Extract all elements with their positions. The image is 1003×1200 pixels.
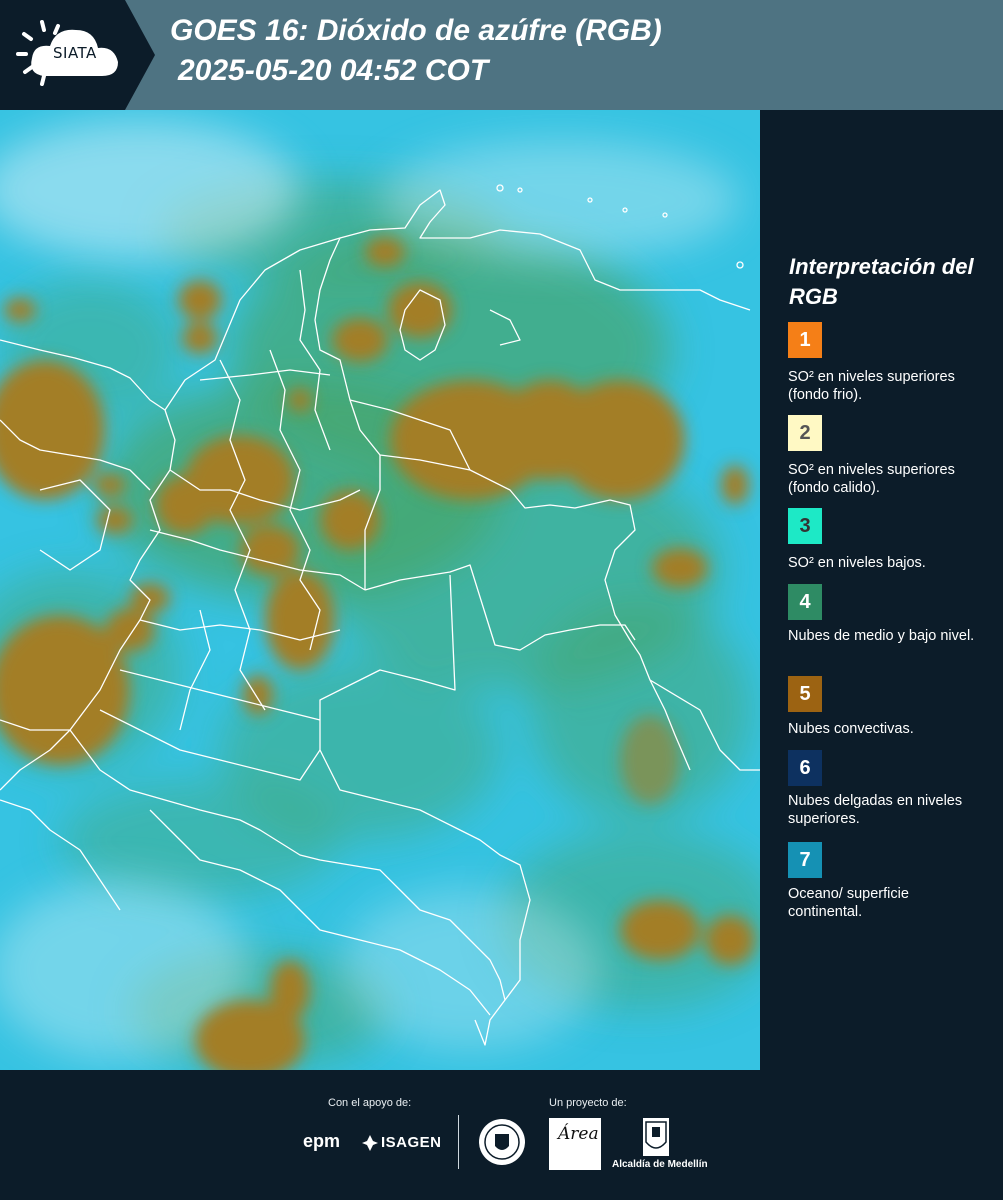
footer: Con el apoyo de: Un proyecto de: epm ISA… [0, 1070, 1003, 1200]
legend-label-5: Nubes convectivas. [788, 721, 914, 737]
legend-number: 6 [799, 756, 811, 779]
alcaldia-shield-icon [643, 1118, 669, 1156]
support-label: Con el apoyo de: [328, 1097, 412, 1109]
header-bar: SIATA GOES 16: Dióxido de azúfre (RGB) 2… [0, 0, 1003, 110]
footer-divider [458, 1115, 459, 1169]
area-metropolitana-script: Área [558, 1124, 599, 1144]
legend-label-6: Nubes delgadas en niveles superiores. [788, 793, 963, 827]
legend-number: 7 [799, 848, 811, 871]
project-label: Un proyecto de: [549, 1097, 627, 1109]
legend-label-1: SO² en niveles superiores (fondo frio). [788, 369, 955, 403]
isagen-logo: ISAGEN [381, 1134, 442, 1151]
legend-swatch-2: 2 [788, 415, 822, 451]
page-timestamp: 2025-05-20 04:52 COT [178, 54, 489, 87]
legend-number: 5 [799, 682, 811, 705]
legend-label-7: Oceano/ superficie continental. [788, 886, 909, 920]
legend-number: 1 [799, 328, 811, 351]
legend-swatch-7: 7 [788, 842, 822, 878]
page-title: GOES 16: Dióxido de azúfre (RGB) [170, 14, 662, 47]
legend-label-2: SO² en niveles superiores (fondo calido)… [788, 462, 955, 496]
legend-swatch-4: 4 [788, 584, 822, 620]
seal-icon [479, 1119, 525, 1165]
alcaldia-label: Alcaldía de Medellín [612, 1159, 708, 1170]
legend-swatch-5: 5 [788, 676, 822, 712]
legend-label-4: Nubes de medio y bajo nivel. [788, 628, 975, 644]
siata-logo-text: SIATA [53, 44, 97, 62]
legend-number: 4 [799, 590, 811, 613]
isagen-icon [362, 1135, 378, 1151]
legend-swatch-3: 3 [788, 508, 822, 544]
legend-swatch-6: 6 [788, 750, 822, 786]
legend-number: 2 [799, 421, 811, 444]
satellite-map[interactable] [0, 110, 760, 1070]
legend-title: Interpretación del RGB [789, 254, 974, 309]
legend-number: 3 [799, 514, 811, 537]
legend-label-3: SO² en niveles bajos. [788, 555, 926, 571]
legend-panel: Interpretación del RGB 1 SO² en niveles … [760, 110, 1003, 1070]
legend-swatch-1: 1 [788, 322, 822, 358]
epm-logo: epm [303, 1131, 341, 1151]
